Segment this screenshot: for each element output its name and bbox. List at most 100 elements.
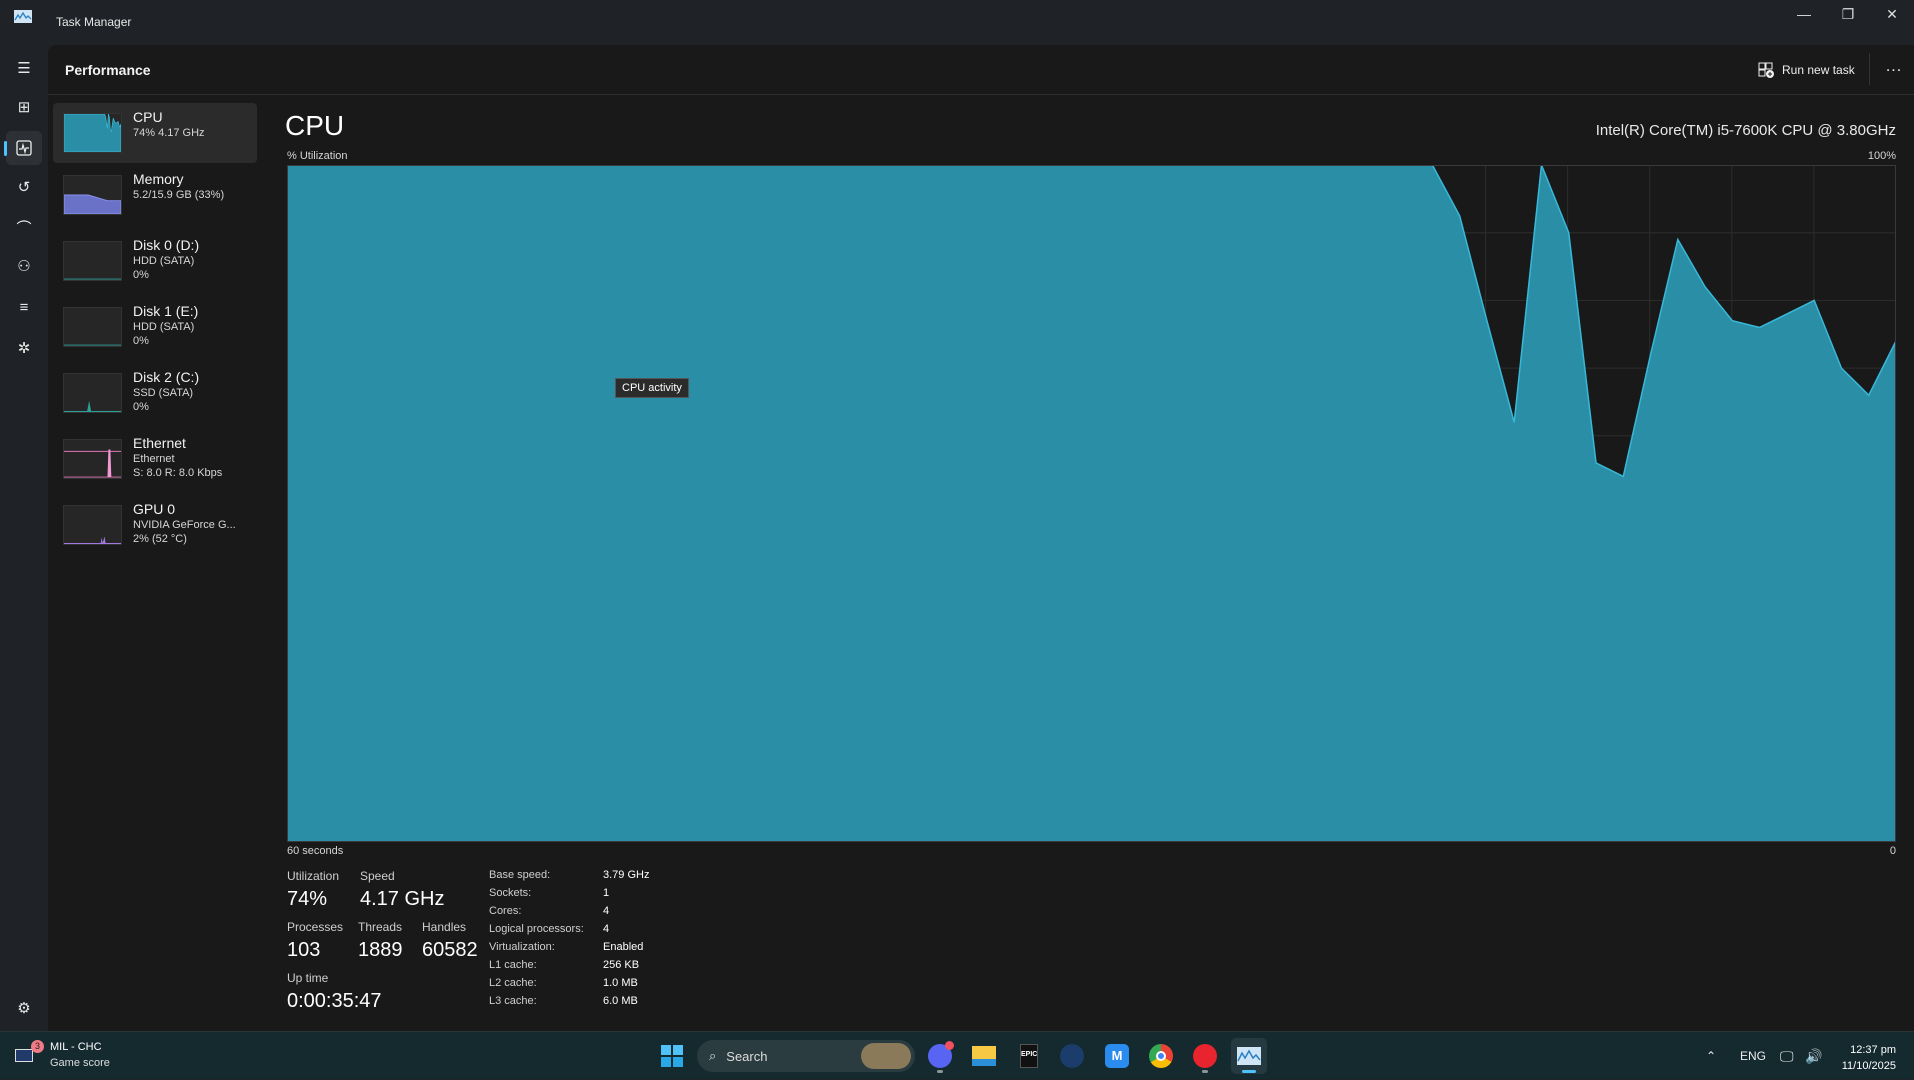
spec-label: Base speed:	[489, 869, 550, 881]
resource-thumbnail	[63, 373, 122, 413]
resource-detail: HDD (SATA)	[133, 321, 194, 333]
uptime-label: Up time	[287, 971, 328, 985]
services-icon[interactable]: ✲	[6, 331, 42, 365]
page-title: Performance	[65, 62, 151, 78]
cpu-model: Intel(R) Core(TM) i5-7600K CPU @ 3.80GHz	[1596, 122, 1896, 139]
chevron-up-icon: ⌃	[1706, 1049, 1716, 1063]
spec-value: 3.79 GHz	[603, 869, 649, 881]
monday-icon: M	[1105, 1044, 1129, 1068]
resource-thumbnail	[63, 505, 122, 545]
resource-detail-2: S: 8.0 R: 8.0 Kbps	[133, 467, 222, 479]
spec-value: Enabled	[603, 941, 643, 953]
sidebar-item-gpu-0[interactable]: GPU 0 NVIDIA GeForce G... 2% (52 °C)	[53, 495, 257, 555]
x-start-label: 60 seconds	[287, 845, 343, 857]
mlb-icon	[15, 1049, 33, 1062]
notification-badge: 3	[31, 1040, 44, 1053]
taskbar-riot-client[interactable]	[1187, 1038, 1223, 1074]
taskbar-file-explorer[interactable]	[966, 1038, 1002, 1074]
network-icon[interactable]: 🖵	[1780, 1032, 1794, 1080]
spec-label: Logical processors:	[489, 923, 584, 935]
resource-thumbnail	[63, 307, 122, 347]
tooltip: CPU activity	[615, 378, 689, 398]
volume-icon[interactable]: 🔊	[1805, 1032, 1822, 1080]
resource-name: Ethernet	[133, 435, 186, 451]
more-options-button[interactable]: ...	[1880, 58, 1908, 80]
details-icon[interactable]: ≡	[6, 290, 42, 324]
sidebar-item-disk-0-d[interactable]: Disk 0 (D:) HDD (SATA) 0%	[53, 231, 257, 291]
resource-detail: SSD (SATA)	[133, 387, 193, 399]
sidebar-item-disk-1-e[interactable]: Disk 1 (E:) HDD (SATA) 0%	[53, 297, 257, 357]
spec-value: 256 KB	[603, 959, 639, 971]
processes-value: 103	[287, 939, 320, 962]
search-box[interactable]: ⌕ Search	[697, 1040, 915, 1072]
resource-name: GPU 0	[133, 501, 175, 517]
cpu-utilization-graph[interactable]	[287, 165, 1896, 842]
startup-apps-icon[interactable]: ⌒	[6, 210, 42, 244]
resource-detail-2: 0%	[133, 401, 149, 413]
hamburger-menu-icon[interactable]: ☰	[6, 51, 42, 85]
processes-label: Processes	[287, 920, 343, 934]
widget-title: MIL - CHC	[50, 1041, 102, 1053]
spec-value: 6.0 MB	[603, 995, 638, 1007]
windows-icon	[661, 1045, 683, 1067]
close-button[interactable]: ✕	[1870, 0, 1914, 30]
utilization-value: 74%	[287, 888, 327, 911]
sidebar-item-cpu[interactable]: CPU 74% 4.17 GHz	[53, 103, 257, 163]
chrome-icon	[1149, 1044, 1173, 1068]
speed-label: Speed	[360, 869, 395, 883]
gear-icon[interactable]: ⚙	[6, 991, 42, 1025]
taskbar-task-manager[interactable]	[1231, 1038, 1267, 1074]
speed-value: 4.17 GHz	[360, 888, 444, 911]
taskbar-steam[interactable]	[1054, 1038, 1090, 1074]
app-history-icon[interactable]: ↺	[6, 170, 42, 204]
language-indicator[interactable]: ENG	[1740, 1032, 1766, 1080]
processes-icon[interactable]: ⊞	[6, 90, 42, 124]
run-new-task-button[interactable]: Run new task	[1758, 58, 1855, 82]
restore-icon: ❐	[1842, 6, 1855, 22]
utilization-area	[287, 165, 1896, 842]
spec-label: Cores:	[489, 905, 521, 917]
search-placeholder: Search	[726, 1049, 767, 1064]
sidebar-item-ethernet[interactable]: Ethernet Ethernet S: 8.0 R: 8.0 Kbps	[53, 429, 257, 489]
spec-value: 1	[603, 887, 609, 899]
users-icon[interactable]: ⚇	[6, 249, 42, 283]
resource-detail: Ethernet	[133, 453, 175, 465]
resource-detail-2: 2% (52 °C)	[133, 533, 187, 545]
restore-button[interactable]: ❐	[1826, 0, 1870, 30]
search-icon: ⌕	[709, 1048, 716, 1064]
resource-title: CPU	[285, 110, 344, 142]
resource-name: Disk 2 (C:)	[133, 369, 199, 385]
run-new-task-label: Run new task	[1782, 63, 1855, 77]
taskbar-epic-games[interactable]: EPIC	[1011, 1038, 1047, 1074]
search-highlight-image	[861, 1043, 911, 1069]
threads-label: Threads	[358, 920, 402, 934]
taskbar-monday[interactable]: M	[1099, 1038, 1135, 1074]
spec-value: 4	[603, 923, 609, 935]
threads-value: 1889	[358, 939, 403, 962]
spec-value: 1.0 MB	[603, 977, 638, 989]
taskbar-chrome[interactable]	[1143, 1038, 1179, 1074]
spec-label: L3 cache:	[489, 995, 537, 1007]
task-manager-icon	[1237, 1047, 1261, 1065]
resource-detail-2: 0%	[133, 335, 149, 347]
start-button[interactable]	[654, 1038, 690, 1074]
widget-game-score[interactable]: 3 MIL - CHC Game score	[14, 1040, 124, 1074]
sidebar-item-disk-2-c[interactable]: Disk 2 (C:) SSD (SATA) 0%	[53, 363, 257, 423]
taskbar: 3 MIL - CHC Game score ⌕ Search EPIC M ⌃…	[0, 1031, 1914, 1079]
taskbar-discord[interactable]	[922, 1038, 958, 1074]
show-hidden-icons-button[interactable]: ⌃	[1706, 1032, 1716, 1080]
clock[interactable]: 12:37 pm 11/10/2025	[1842, 1042, 1896, 1074]
epic-games-icon: EPIC	[1020, 1044, 1038, 1068]
file-explorer-icon	[972, 1046, 996, 1066]
widget-subtitle: Game score	[50, 1057, 110, 1069]
riot-client-icon	[1193, 1044, 1217, 1068]
window-title: Task Manager	[56, 15, 131, 29]
uptime-value: 0:00:35:47	[287, 990, 382, 1013]
sidebar-item-memory[interactable]: Memory 5.2/15.9 GB (33%)	[53, 165, 257, 225]
resource-thumbnail	[63, 113, 122, 153]
resource-thumbnail	[63, 175, 122, 215]
performance-icon[interactable]	[6, 131, 42, 165]
resource-name: CPU	[133, 109, 163, 125]
resource-detail: HDD (SATA)	[133, 255, 194, 267]
minimize-button[interactable]: —	[1782, 0, 1826, 30]
